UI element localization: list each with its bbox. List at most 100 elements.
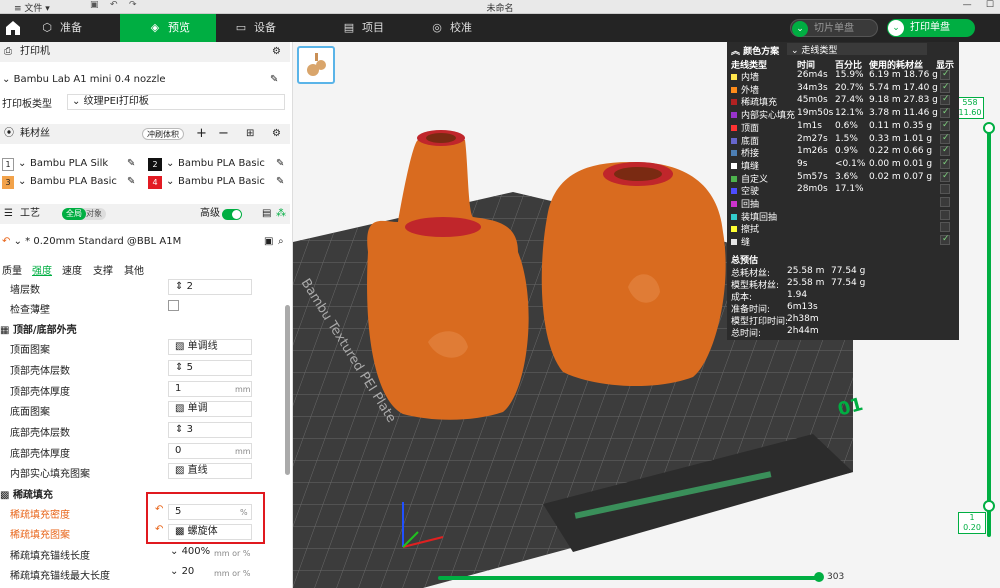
bottom-surface-pattern-select[interactable]: ▧ 单调 bbox=[168, 401, 252, 417]
visibility-checkbox[interactable] bbox=[940, 184, 950, 195]
search-icon[interactable]: ⌕ bbox=[278, 236, 284, 247]
visibility-checkbox[interactable] bbox=[940, 171, 950, 182]
pattern-icon: ▧ bbox=[175, 403, 185, 414]
bottom-shell-layers-input[interactable]: ⇕ 3 bbox=[168, 422, 252, 438]
sync-icon[interactable]: ⊞ bbox=[246, 124, 254, 144]
plate-type-select[interactable]: ⌄ 纹理PEI打印板 bbox=[67, 94, 285, 110]
edit-icon[interactable]: ✎ bbox=[270, 74, 278, 85]
layer-slider-bottom-handle[interactable] bbox=[983, 500, 995, 512]
flush-volume-button[interactable]: 冲刷体积 bbox=[142, 128, 184, 140]
visibility-checkbox[interactable] bbox=[940, 120, 950, 131]
tab-strength[interactable]: 强度 bbox=[32, 262, 52, 277]
visibility-checkbox[interactable] bbox=[940, 222, 950, 233]
color-swatch bbox=[731, 124, 737, 131]
tab-support[interactable]: 支撑 bbox=[93, 262, 113, 277]
tab-calibration[interactable]: ◎ 校准 bbox=[430, 14, 510, 42]
print-plate-button[interactable]: ⌄ 打印单盘 bbox=[887, 19, 975, 37]
anchor-length-input[interactable]: ⌄ 400% bbox=[170, 546, 210, 557]
move-slider-track[interactable] bbox=[438, 576, 820, 580]
summary-title: 总预估 bbox=[731, 256, 759, 266]
home-icon[interactable] bbox=[4, 18, 22, 38]
gear-icon[interactable]: ⚙ bbox=[272, 124, 281, 144]
top-shell-layers-input[interactable]: ⇕ 5 bbox=[168, 360, 252, 376]
edit-icon[interactable]: ✎ bbox=[276, 176, 284, 187]
tab-project[interactable]: ▤ 项目 bbox=[342, 14, 422, 42]
gcode-legend-panel: ︽ 颜色方案 ⌄ 走线类型 走线类型 时间 百分比 使用的耗材丝 显示 内墙 26… bbox=[727, 42, 959, 340]
filament-index: 4 bbox=[148, 176, 162, 189]
compare-icon[interactable]: ⁂ bbox=[276, 204, 286, 224]
edit-icon[interactable]: ✎ bbox=[127, 158, 135, 169]
tab-prepare[interactable]: ⬡ 准备 bbox=[40, 14, 120, 42]
chevron-down-icon: ⌄ bbox=[166, 176, 175, 187]
pattern-icon: ▧ bbox=[175, 341, 185, 352]
chevron-down-icon: ⌄ bbox=[888, 20, 904, 36]
legend-row: 外墙 34m3s 20.7% 5.74 m 17.40 g bbox=[731, 82, 959, 96]
visibility-checkbox[interactable] bbox=[940, 133, 950, 144]
legend-row: 回抽 bbox=[731, 197, 959, 210]
edit-icon[interactable]: ✎ bbox=[127, 176, 135, 187]
reset-icon[interactable]: ↶ bbox=[2, 236, 10, 247]
legend-row: 空驶 28m0s 17.1% bbox=[731, 184, 959, 197]
printer-section-header: ⎙ 打印机 ⚙ bbox=[0, 42, 290, 62]
filament-index: 2 bbox=[148, 158, 162, 171]
layer-slider-top-label: 558 11.60 bbox=[956, 97, 984, 119]
color-swatch bbox=[731, 239, 737, 246]
top-surface-pattern-label: 顶面图案 bbox=[10, 345, 50, 356]
wall-loops-input[interactable]: ⇕ 2 bbox=[168, 279, 252, 295]
color-scheme-label: ︽ 颜色方案 bbox=[731, 47, 780, 57]
tab-quality[interactable]: 质量 bbox=[2, 262, 22, 277]
layer-slider-track[interactable] bbox=[987, 127, 991, 537]
tab-speed[interactable]: 速度 bbox=[62, 262, 82, 277]
add-icon[interactable]: + bbox=[196, 124, 207, 144]
visibility-checkbox[interactable] bbox=[940, 158, 950, 169]
move-slider-handle[interactable] bbox=[814, 572, 824, 582]
global-object-toggle[interactable]: 全局 对象 bbox=[62, 208, 106, 220]
maximize-icon[interactable]: ☐ bbox=[986, 0, 994, 10]
process-preset-combo[interactable]: ↶ ⌄ * 0.20mm Standard @BBL A1M ▣ ⌕ bbox=[2, 236, 284, 247]
advanced-toggle[interactable] bbox=[222, 209, 242, 220]
legend-row: 内墙 26m4s 15.9% 6.19 m 18.76 g bbox=[731, 69, 959, 83]
visibility-checkbox[interactable] bbox=[940, 82, 950, 93]
visibility-checkbox[interactable] bbox=[940, 94, 950, 106]
tab-device[interactable]: ▭ 设备 bbox=[234, 14, 314, 42]
tab-other[interactable]: 其他 bbox=[124, 262, 144, 277]
gear-icon[interactable]: ⚙ bbox=[272, 42, 281, 62]
filament-index: 1 bbox=[2, 158, 14, 171]
visibility-checkbox[interactable] bbox=[940, 107, 950, 119]
visibility-checkbox[interactable] bbox=[940, 69, 950, 80]
save-icon[interactable]: ▣ bbox=[264, 236, 273, 247]
anchor-max-length-input[interactable]: ⌄ 20 bbox=[170, 566, 194, 577]
monitor-icon: ▭ bbox=[235, 21, 247, 34]
top-surface-pattern-select[interactable]: ▧ 单调线 bbox=[168, 339, 252, 355]
legend-row: 装填回抽 bbox=[731, 209, 959, 223]
window-controls: — ☐ bbox=[963, 0, 994, 10]
tab-preview[interactable]: ◈ 预览 bbox=[120, 14, 216, 42]
layer-slider-top-handle[interactable] bbox=[983, 122, 995, 134]
internal-solid-pattern-select[interactable]: ▨ 直线 bbox=[168, 463, 252, 479]
calibration-icon: ◎ bbox=[432, 21, 442, 34]
edit-icon[interactable]: ✎ bbox=[276, 158, 284, 169]
color-scheme-select[interactable]: ⌄ 走线类型 bbox=[787, 43, 927, 56]
top-shell-layers-label: 顶部壳体层数 bbox=[10, 366, 70, 377]
visibility-checkbox[interactable] bbox=[940, 209, 950, 220]
visibility-checkbox[interactable] bbox=[940, 145, 950, 157]
list-icon[interactable]: ▤ bbox=[262, 204, 271, 224]
detect-thin-wall-checkbox[interactable] bbox=[168, 300, 179, 311]
printer-icon: ⎙ bbox=[4, 46, 12, 57]
color-swatch bbox=[731, 226, 737, 233]
legend-row: 填缝 9s <0.1% 0.00 m 0.01 g bbox=[731, 158, 959, 172]
minimize-icon[interactable]: — bbox=[963, 0, 972, 10]
printer-combo[interactable]: ⌄ Bambu Lab A1 mini 0.4 nozzle ✎ bbox=[2, 74, 284, 90]
title-bar: ≡ 文件 ▾ ▣ ↶ ↷ 未命名 — ☐ bbox=[0, 0, 1000, 14]
legend-row: 桥接 1m26s 0.9% 0.22 m 0.66 g bbox=[731, 145, 959, 159]
summary-row: 模型耗材丝: 25.58 m 77.54 g bbox=[731, 278, 866, 291]
slice-plate-button[interactable]: ⌄ 切片单盘 bbox=[790, 19, 878, 37]
sparse-infill-pattern-label: 稀疏填充图案 bbox=[10, 530, 70, 541]
remove-icon[interactable]: − bbox=[218, 124, 229, 144]
bottom-surface-pattern-label: 底面图案 bbox=[10, 407, 50, 418]
process-section-header: ☰ 工艺 全局 对象 高级 ▤ ⁂ bbox=[0, 204, 290, 224]
panel-scrollbar[interactable] bbox=[285, 305, 290, 475]
visibility-checkbox[interactable] bbox=[940, 234, 950, 246]
visibility-checkbox[interactable] bbox=[940, 197, 950, 207]
legend-row: 内部实心填充 19m50s 12.1% 3.78 m 11.46 g bbox=[731, 107, 959, 121]
